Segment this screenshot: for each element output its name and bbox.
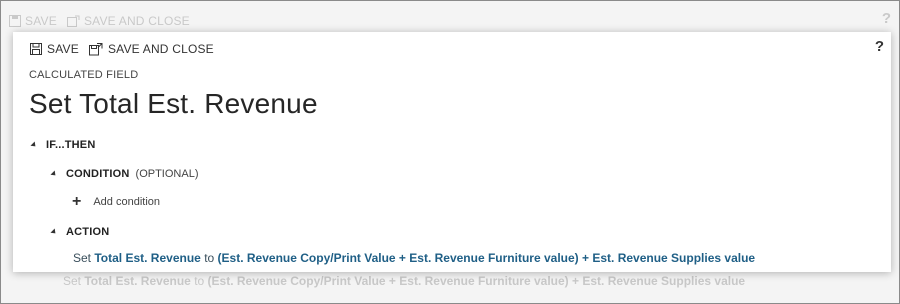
save-and-close-button-label: SAVE AND CLOSE bbox=[107, 42, 214, 56]
save-icon bbox=[30, 43, 42, 55]
add-condition-button[interactable]: + Add condition bbox=[72, 194, 160, 210]
condition-optional-label: (OPTIONAL) bbox=[135, 168, 199, 180]
formula-plus-operator: + bbox=[582, 251, 590, 265]
page-title: Set Total Est. Revenue bbox=[29, 88, 318, 119]
window-frame: SAVE SAVE AND CLOSE ? Set Total Est. Rev… bbox=[0, 0, 900, 304]
dialog-toolbar: SAVE SAVE AND CLOSE bbox=[30, 41, 214, 57]
background-save-close-button: SAVE AND CLOSE bbox=[66, 14, 190, 28]
save-button[interactable]: SAVE bbox=[30, 42, 79, 56]
formula-group-expression: (Est. Revenue Copy/Print Value + Est. Re… bbox=[217, 251, 579, 265]
background-save-close-label: SAVE AND CLOSE bbox=[83, 14, 190, 28]
formula-to-keyword: to bbox=[204, 251, 215, 265]
if-then-section[interactable]: IF...THEN bbox=[30, 139, 96, 151]
save-icon bbox=[9, 15, 21, 27]
collapse-triangle-icon[interactable] bbox=[50, 170, 58, 178]
add-condition-label: Add condition bbox=[93, 196, 161, 208]
background-formula: Set Total Est. Revenue to (Est. Revenue … bbox=[63, 274, 746, 288]
background-save-button: SAVE bbox=[9, 14, 57, 28]
collapse-triangle-icon[interactable] bbox=[30, 141, 38, 149]
save-and-close-icon bbox=[88, 42, 103, 55]
background-save-label: SAVE bbox=[25, 14, 57, 28]
collapse-triangle-icon[interactable] bbox=[50, 228, 58, 236]
entity-type-label: CALCULATED FIELD bbox=[29, 69, 139, 81]
save-close-icon bbox=[66, 15, 80, 27]
background-toolbar: SAVE SAVE AND CLOSE bbox=[9, 11, 190, 31]
background-help-icon: ? bbox=[881, 10, 891, 27]
save-and-close-button[interactable]: SAVE AND CLOSE bbox=[88, 42, 214, 56]
condition-section[interactable]: CONDITION (OPTIONAL) bbox=[50, 168, 199, 180]
calculated-field-dialog: SAVE SAVE AND CLOSE ? CALCULATED FIELD S… bbox=[13, 32, 891, 272]
action-label: ACTION bbox=[66, 226, 110, 238]
formula-target-field: Total Est. Revenue bbox=[94, 251, 201, 265]
formula-tail-field: Est. Revenue Supplies value bbox=[592, 251, 756, 265]
action-formula[interactable]: Set Total Est. Revenue to (Est. Revenue … bbox=[73, 251, 755, 265]
action-section[interactable]: ACTION bbox=[50, 226, 110, 238]
condition-label: CONDITION bbox=[66, 168, 130, 180]
save-button-label: SAVE bbox=[47, 42, 79, 56]
plus-icon: + bbox=[72, 193, 82, 210]
if-then-label: IF...THEN bbox=[46, 139, 96, 151]
help-icon[interactable]: ? bbox=[875, 38, 884, 55]
formula-set-keyword: Set bbox=[73, 251, 92, 265]
